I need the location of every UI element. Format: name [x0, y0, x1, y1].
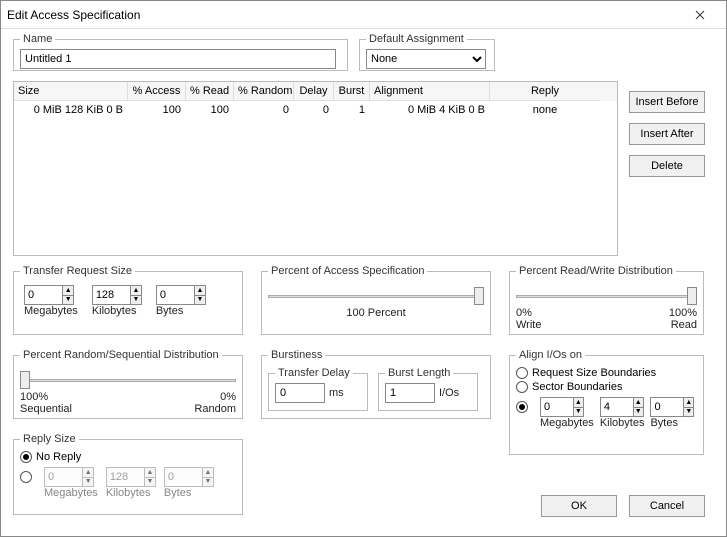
cancel-button[interactable]: Cancel: [629, 495, 705, 517]
radio-icon: [20, 451, 32, 463]
reply-opt-custom[interactable]: [20, 471, 32, 483]
burstiness-legend: Burstiness: [268, 349, 325, 361]
reply-b-spinner: ▲▼: [164, 467, 214, 487]
burst-length-input[interactable]: [385, 383, 435, 403]
radio-icon: [516, 367, 528, 379]
default-assignment-select[interactable]: None: [366, 49, 486, 69]
transfer-delay-input[interactable]: [275, 383, 325, 403]
window-title: Edit Access Specification: [7, 8, 680, 22]
align-opt-sector[interactable]: Sector Boundaries: [516, 381, 697, 393]
down-arrow-icon: ▼: [63, 296, 73, 305]
rw-dist-legend: Percent Read/Write Distribution: [516, 265, 676, 277]
name-group: Name: [13, 33, 348, 71]
read-write-dist-group: Percent Read/Write Distribution 0%Write …: [509, 265, 704, 335]
align-legend: Align I/Os on: [516, 349, 585, 361]
col-read: % Read: [186, 82, 234, 101]
insert-before-button[interactable]: Insert Before: [629, 91, 705, 113]
col-reply: Reply: [490, 82, 600, 101]
percent-access-group: Percent of Access Specification 100 Perc…: [261, 265, 491, 335]
align-io-group: Align I/Os on Request Size Boundaries Se…: [509, 349, 704, 455]
transfer-request-size-group: Transfer Request Size ▲▼ Megabytes ▲▼ Ki…: [13, 265, 243, 335]
spec-table-body: 0 MiB 128 KiB 0 B 100 100 0 0 1 0 MiB 4 …: [14, 101, 617, 255]
align-opt-custom[interactable]: [516, 401, 528, 413]
read-write-slider[interactable]: [516, 285, 697, 307]
align-mb-spinner[interactable]: ▲▼: [540, 397, 584, 417]
default-assignment-legend: Default Assignment: [366, 33, 467, 45]
default-assignment-group: Default Assignment None: [359, 33, 495, 71]
transfer-kb-spinner[interactable]: ▲▼: [92, 285, 142, 305]
up-arrow-icon: ▲: [63, 286, 73, 296]
percent-access-legend: Percent of Access Specification: [268, 265, 427, 277]
random-seq-slider[interactable]: [20, 369, 236, 391]
burst-length-group: Burst Length I/Os: [378, 367, 478, 411]
name-legend: Name: [20, 33, 55, 45]
titlebar: Edit Access Specification: [1, 1, 726, 29]
col-align: Alignment: [370, 82, 490, 101]
transfer-b-spinner[interactable]: ▲▼: [156, 285, 206, 305]
ok-button[interactable]: OK: [541, 495, 617, 517]
col-burst: Burst: [334, 82, 370, 101]
align-opt-request[interactable]: Request Size Boundaries: [516, 367, 697, 379]
col-delay: Delay: [294, 82, 334, 101]
random-seq-dist-group: Percent Random/Sequential Distribution 1…: [13, 349, 243, 419]
burstiness-group: Burstiness Transfer Delay ms Burst Lengt…: [261, 349, 491, 419]
reply-mb-spinner: ▲▼: [44, 467, 94, 487]
align-b-spinner[interactable]: ▲▼: [650, 397, 694, 417]
table-row[interactable]: 0 MiB 128 KiB 0 B 100 100 0 0 1 0 MiB 4 …: [14, 101, 617, 119]
reply-kb-spinner: ▲▼: [106, 467, 156, 487]
rand-seq-legend: Percent Random/Sequential Distribution: [20, 349, 222, 361]
kb-label: Kilobytes: [92, 305, 142, 317]
reply-opt-none[interactable]: No Reply: [20, 451, 236, 463]
insert-after-button[interactable]: Insert After: [629, 123, 705, 145]
close-button[interactable]: [680, 4, 720, 26]
reply-size-group: Reply Size No Reply ▲▼Megabytes ▲▼Kiloby…: [13, 433, 243, 515]
transfer-size-legend: Transfer Request Size: [20, 265, 135, 277]
col-random: % Random: [234, 82, 294, 101]
b-label: Bytes: [156, 305, 206, 317]
edit-access-spec-dialog: Edit Access Specification Name Default A…: [0, 0, 727, 537]
align-kb-spinner[interactable]: ▲▼: [600, 397, 644, 417]
radio-icon: [516, 381, 528, 393]
col-size: Size: [14, 82, 128, 101]
percent-access-slider[interactable]: [268, 285, 484, 307]
spec-table-header: Size % Access % Read % Random Delay Burs…: [14, 82, 617, 101]
name-input[interactable]: [20, 49, 336, 69]
spec-table[interactable]: Size % Access % Read % Random Delay Burs…: [13, 81, 618, 256]
percent-access-value: 100 Percent: [268, 307, 484, 319]
delete-button[interactable]: Delete: [629, 155, 705, 177]
mb-label: Megabytes: [24, 305, 78, 317]
reply-size-legend: Reply Size: [20, 433, 79, 445]
close-icon: [695, 10, 705, 20]
transfer-delay-group: Transfer Delay ms: [268, 367, 368, 411]
transfer-mb-spinner[interactable]: ▲▼: [24, 285, 74, 305]
col-access: % Access: [128, 82, 186, 101]
